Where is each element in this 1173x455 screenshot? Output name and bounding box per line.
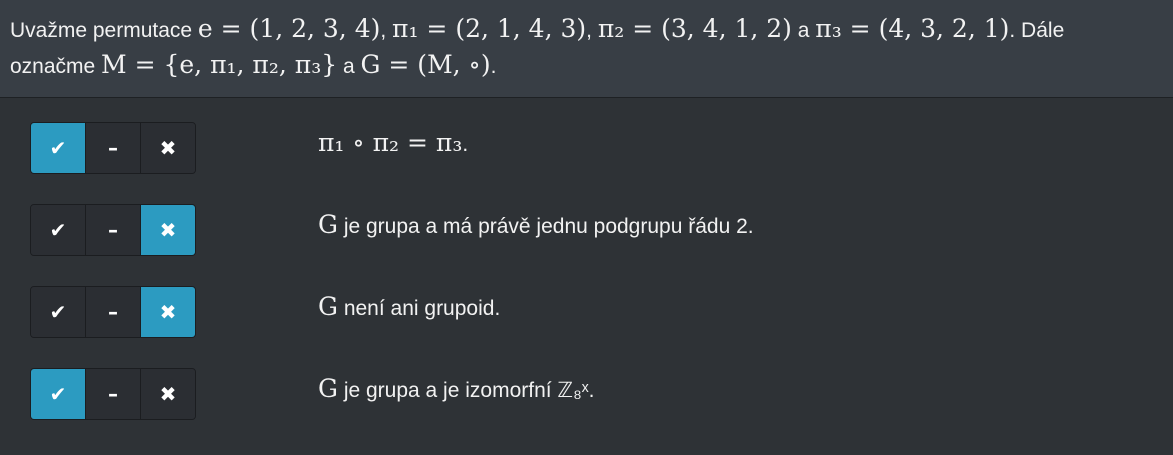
cross-icon: ✖: [159, 382, 177, 406]
check-icon: ✔: [49, 136, 67, 160]
math-permutation-e: e = (1, 2, 3, 4): [197, 14, 381, 43]
answer-no-button[interactable]: ✖: [141, 123, 195, 173]
statement-text: není ani grupoid.: [337, 297, 501, 320]
math-permutation-pi1: π₁ = (2, 1, 4, 3): [392, 14, 587, 43]
intro-line-2: označme M = {e, π₁, π₂, π₃} a G = (M, ∘)…: [10, 48, 1163, 84]
answer-button-group: ✔ – ✖: [30, 122, 196, 174]
question-statement: G není ani grupoid.: [318, 290, 500, 326]
check-icon: ✔: [49, 382, 67, 406]
question-1: ✔ – ✖ π₁ ∘ π₂ = π₃.: [30, 122, 1130, 174]
answer-neutral-button[interactable]: –: [86, 205, 141, 255]
answer-no-button[interactable]: ✖: [141, 287, 195, 337]
question-statement: π₁ ∘ π₂ = π₃.: [318, 126, 468, 162]
intro-conjunction: a: [337, 55, 361, 78]
statement-text: je grupa a má právě jednu podgrupu řádu …: [337, 215, 754, 238]
intro-separator: ,: [380, 19, 393, 42]
answer-button-group: ✔ – ✖: [30, 286, 196, 338]
problem-intro: Uvažme permutace e = (1, 2, 3, 4), π₁ = …: [0, 0, 1173, 98]
answer-yes-button[interactable]: ✔: [31, 287, 86, 337]
statement-text: .: [462, 133, 469, 156]
math-permutation-pi2: π₂ = (3, 4, 1, 2): [597, 14, 792, 43]
question-statement: G je grupa a má právě jednu podgrupu řád…: [318, 208, 754, 244]
answer-button-group: ✔ – ✖: [30, 204, 196, 256]
cross-icon: ✖: [159, 300, 177, 324]
dash-icon: –: [108, 218, 118, 242]
statement-math: G: [318, 210, 338, 239]
question-4: ✔ – ✖ G je grupa a je izomorfní ℤ₈ˣ.: [30, 368, 1130, 420]
intro-conjunction: a: [791, 19, 816, 42]
answer-neutral-button[interactable]: –: [86, 369, 141, 419]
intro-text: označme: [10, 55, 102, 78]
math-permutation-pi3: π₃ = (4, 3, 2, 1): [815, 14, 1010, 43]
dash-icon: –: [108, 382, 118, 406]
cross-icon: ✖: [159, 136, 177, 160]
intro-text: Uvažme permutace: [10, 19, 198, 42]
answer-no-button[interactable]: ✖: [141, 369, 195, 419]
question-statement: G je grupa a je izomorfní ℤ₈ˣ.: [318, 372, 595, 408]
statement-text: je grupa a je izomorfní ℤ₈ˣ.: [337, 379, 595, 402]
question-2: ✔ – ✖ G je grupa a má právě jednu podgru…: [30, 204, 1130, 256]
answer-no-button[interactable]: ✖: [141, 205, 195, 255]
answer-neutral-button[interactable]: –: [86, 287, 141, 337]
cross-icon: ✖: [159, 218, 177, 242]
answer-yes-button[interactable]: ✔: [31, 369, 86, 419]
math-structure-G: G = (M, ∘): [360, 50, 491, 79]
math-set-M: M = {e, π₁, π₂, π₃}: [101, 50, 338, 79]
intro-text: .: [490, 55, 497, 78]
answer-button-group: ✔ – ✖: [30, 368, 196, 420]
answer-yes-button[interactable]: ✔: [31, 205, 86, 255]
intro-line-1: Uvažme permutace e = (1, 2, 3, 4), π₁ = …: [10, 12, 1163, 48]
answer-neutral-button[interactable]: –: [86, 123, 141, 173]
dash-icon: –: [108, 136, 118, 160]
statement-math: G: [318, 374, 338, 403]
statement-math: G: [318, 292, 338, 321]
answer-yes-button[interactable]: ✔: [31, 123, 86, 173]
check-icon: ✔: [49, 300, 67, 324]
statement-math: π₁ ∘ π₂ = π₃: [318, 128, 463, 157]
question-3: ✔ – ✖ G není ani grupoid.: [30, 286, 1130, 338]
intro-separator: ,: [586, 19, 598, 42]
check-icon: ✔: [49, 218, 67, 242]
intro-text: . Dále: [1009, 19, 1065, 42]
dash-icon: –: [108, 300, 118, 324]
